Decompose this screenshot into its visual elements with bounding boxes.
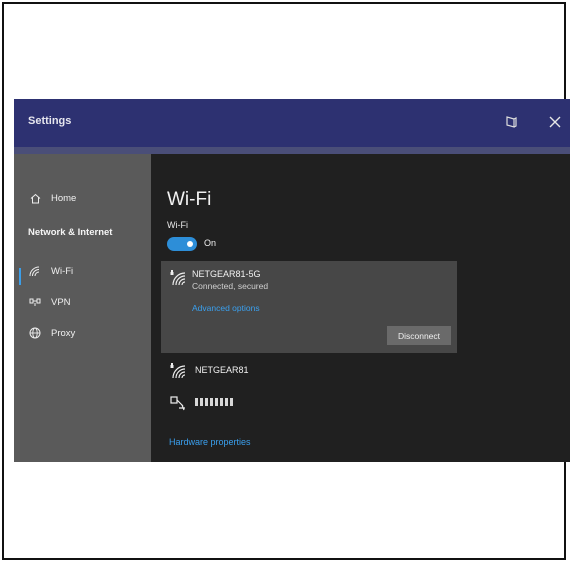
close-icon[interactable] (542, 109, 568, 135)
ethernet-icon (169, 394, 187, 411)
sidebar-item-label: Wi-Fi (51, 265, 74, 277)
sidebar: Home Network & Internet Wi-Fi VPN Proxy (14, 154, 151, 462)
page-title: Wi-Fi (167, 189, 212, 210)
title-bar: Settings (14, 99, 570, 147)
wifi-secured-icon (169, 362, 187, 379)
window-title: Settings (28, 115, 72, 127)
wifi-icon (28, 265, 42, 277)
toggle-knob (187, 241, 193, 247)
globe-icon (28, 327, 42, 339)
connected-network-card[interactable]: NETGEAR81-5G Connected, secured Advanced… (161, 261, 457, 353)
wifi-toggle-label: Wi-Fi (167, 220, 188, 230)
network-name: NETGEAR81-5G (192, 269, 261, 279)
wifi-toggle-state: On (204, 238, 217, 248)
main-content: Wi-Fi Wi-Fi On NETGEAR81-5G Connected, s… (151, 154, 570, 462)
settings-window: Settings Home Network & Internet Wi-Fi V… (14, 99, 570, 462)
sidebar-item-label: Proxy (51, 327, 76, 339)
sidebar-item-wifi[interactable]: Wi-Fi (28, 265, 73, 277)
network-list-item[interactable]: NETGEAR81 (169, 362, 249, 379)
title-bar-shadow (14, 147, 570, 154)
pin-icon[interactable] (498, 109, 524, 135)
selection-indicator (19, 268, 21, 285)
sidebar-item-label: VPN (51, 296, 71, 308)
network-name: NETGEAR81 (195, 365, 249, 375)
sidebar-item-label: Home (51, 192, 77, 204)
wifi-toggle[interactable] (167, 237, 197, 251)
sidebar-item-vpn[interactable]: VPN (28, 296, 71, 308)
network-list-item[interactable] (169, 394, 235, 411)
wifi-secured-icon (169, 269, 187, 291)
photo-frame: Settings Home Network & Internet Wi-Fi V… (2, 2, 570, 560)
sidebar-item-proxy[interactable]: Proxy (28, 327, 75, 339)
network-name-blurred (195, 398, 235, 406)
sidebar-section-title: Network & Internet (28, 227, 113, 238)
hardware-properties-link[interactable]: Hardware properties (169, 437, 251, 447)
advanced-options-link[interactable]: Advanced options (192, 303, 260, 313)
network-status: Connected, secured (192, 281, 269, 291)
vpn-icon (28, 296, 42, 308)
disconnect-button[interactable]: Disconnect (387, 326, 451, 345)
sidebar-item-home[interactable]: Home (28, 192, 76, 204)
home-icon (28, 192, 42, 204)
